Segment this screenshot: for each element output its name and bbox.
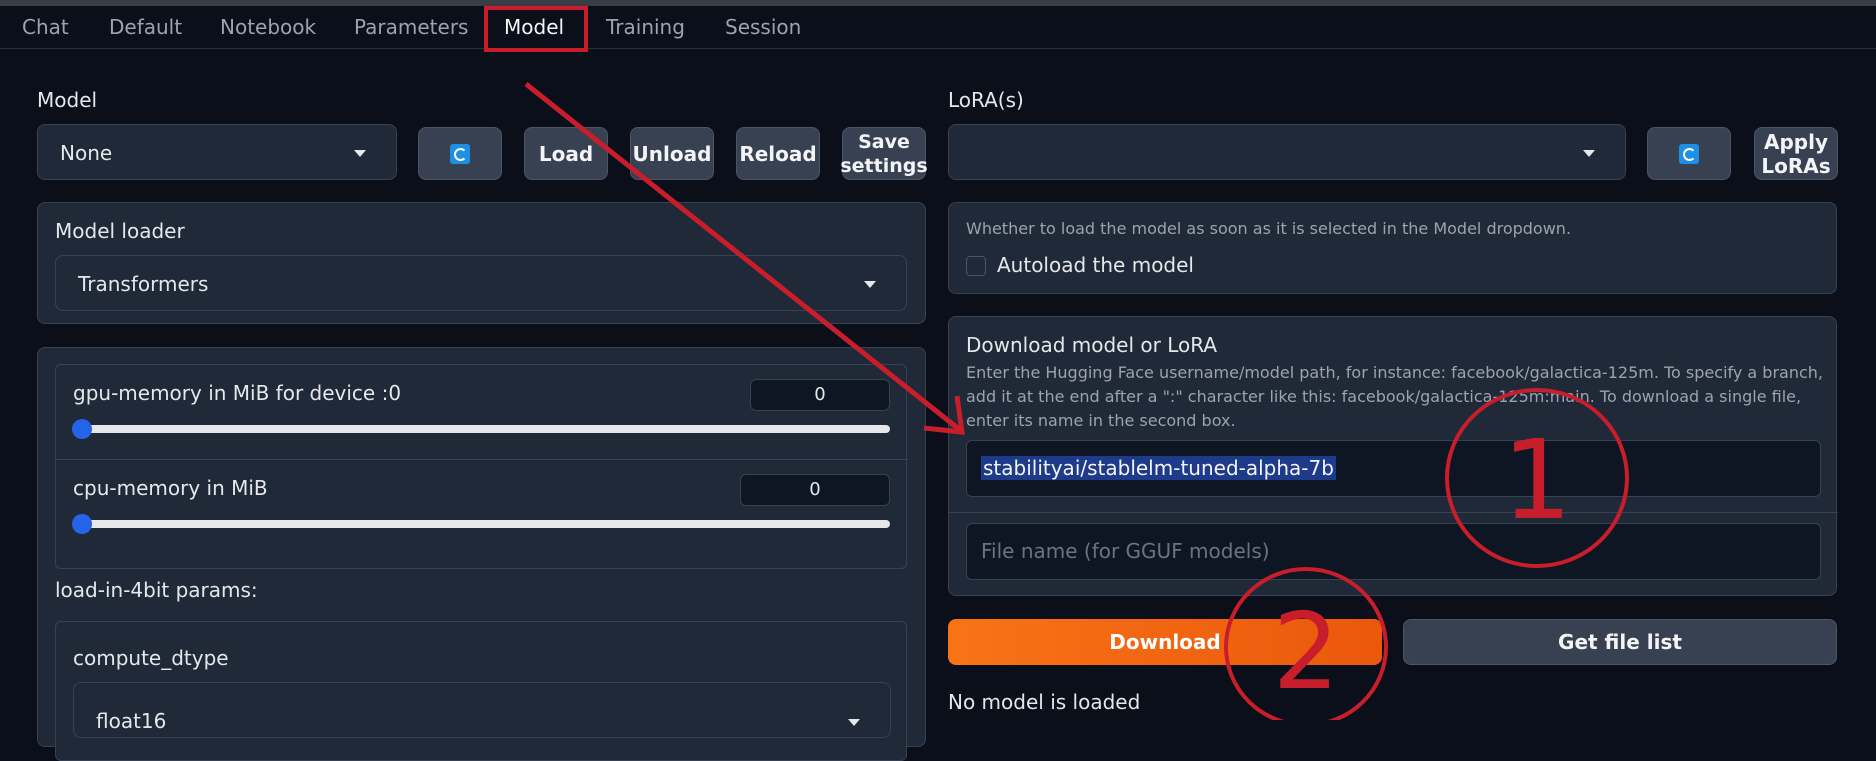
tab-default[interactable]: Default xyxy=(109,10,182,44)
download-button[interactable]: Download xyxy=(948,619,1382,665)
compute-dtype-value: float16 xyxy=(96,709,167,733)
loader-settings-panel: gpu-memory in MiB for device :0 0 cpu-me… xyxy=(37,347,926,761)
model-dropdown[interactable]: None xyxy=(37,124,397,180)
file-name-placeholder: File name (for GGUF models) xyxy=(981,539,1270,563)
active-tab-highlight xyxy=(484,6,588,52)
refresh-icon xyxy=(450,143,470,164)
load-in-4bit-label: load-in-4bit params: xyxy=(55,578,258,602)
chevron-down-icon xyxy=(1583,150,1595,157)
gpu-memory-slider-track[interactable] xyxy=(80,425,890,433)
tab-training[interactable]: Training xyxy=(606,10,685,44)
compute-dtype-dropdown[interactable]: float16 xyxy=(73,682,891,738)
cpu-memory-label: cpu-memory in MiB xyxy=(73,476,268,500)
autoload-label: Autoload the model xyxy=(997,253,1194,277)
apply-loras-button[interactable]: Apply LoRAs xyxy=(1754,127,1838,180)
divider xyxy=(56,459,908,460)
unload-button[interactable]: Unload xyxy=(630,127,714,180)
compute-dtype-panel: compute_dtype float16 xyxy=(55,621,907,761)
download-panel: Download model or LoRA Enter the Hugging… xyxy=(948,316,1838,596)
lora-dropdown[interactable] xyxy=(948,124,1626,180)
tab-session[interactable]: Session xyxy=(725,10,801,44)
lora-label: LoRA(s) xyxy=(948,88,1024,112)
tab-notebook[interactable]: Notebook xyxy=(220,10,316,44)
chevron-down-icon xyxy=(848,719,860,726)
download-title: Download model or LoRA xyxy=(966,333,1218,357)
refresh-icon xyxy=(1679,143,1699,164)
autoload-info: Whether to load the model as soon as it … xyxy=(966,219,1572,238)
model-status: No model is loaded xyxy=(948,690,1141,714)
lora-refresh-button[interactable] xyxy=(1647,127,1731,180)
tab-parameters[interactable]: Parameters xyxy=(354,10,468,44)
model-path-input[interactable]: stabilityai/stablelm-tuned-alpha-7b xyxy=(966,440,1821,497)
model-refresh-button[interactable] xyxy=(418,127,502,180)
download-info: Enter the Hugging Face username/model pa… xyxy=(966,363,1824,430)
model-loader-dropdown[interactable]: Transformers xyxy=(55,255,907,311)
autoload-panel: Whether to load the model as soon as it … xyxy=(948,202,1837,294)
divider xyxy=(949,512,1838,513)
cpu-memory-slider-thumb[interactable] xyxy=(72,514,92,534)
get-file-list-button[interactable]: Get file list xyxy=(1403,619,1837,665)
gpu-memory-slider-thumb[interactable] xyxy=(72,419,92,439)
autoload-checkbox[interactable] xyxy=(966,256,986,276)
model-path-value: stabilityai/stablelm-tuned-alpha-7b xyxy=(981,456,1336,480)
memory-settings: gpu-memory in MiB for device :0 0 cpu-me… xyxy=(55,364,908,569)
model-loader-label: Model loader xyxy=(55,219,185,243)
save-settings-button[interactable]: Save settings xyxy=(840,127,928,180)
tab-bar: Chat Default Notebook Parameters Model T… xyxy=(0,6,1876,49)
chevron-down-icon xyxy=(354,150,366,157)
model-selected-value: None xyxy=(60,141,113,165)
cpu-memory-slider-track[interactable] xyxy=(80,520,890,528)
model-loader-panel: Model loader Transformers xyxy=(37,202,926,324)
load-button[interactable]: Load xyxy=(524,127,608,180)
model-loader-value: Transformers xyxy=(78,272,209,296)
reload-button[interactable]: Reload xyxy=(736,127,820,180)
gpu-memory-label: gpu-memory in MiB for device :0 xyxy=(73,381,402,405)
file-name-input[interactable]: File name (for GGUF models) xyxy=(966,523,1821,580)
model-label: Model xyxy=(37,88,98,112)
cpu-memory-number-input[interactable]: 0 xyxy=(740,474,890,506)
chevron-down-icon xyxy=(864,281,876,288)
compute-dtype-label: compute_dtype xyxy=(73,646,229,670)
tab-chat[interactable]: Chat xyxy=(22,10,69,44)
gpu-memory-number-input[interactable]: 0 xyxy=(750,379,890,411)
